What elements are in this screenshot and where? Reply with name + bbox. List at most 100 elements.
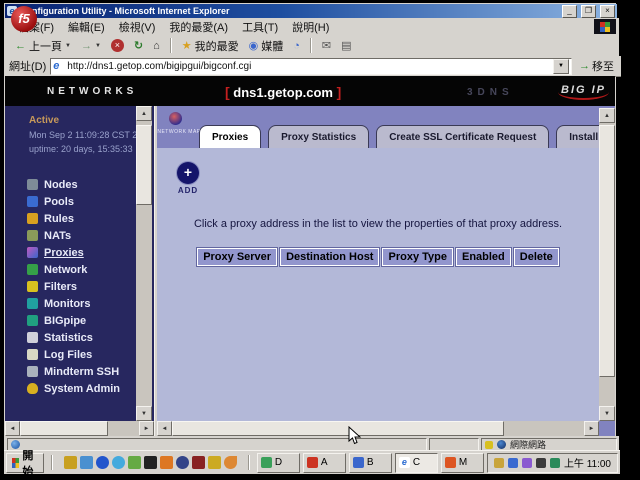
forward-dropdown-icon[interactable]: ▼ (95, 43, 101, 49)
scrollbar-track[interactable] (504, 421, 584, 436)
menu-favorites[interactable]: 我的最愛(A) (162, 19, 235, 35)
go-label: 移至 (592, 58, 614, 74)
media-button[interactable]: ◉ 媒體 (245, 37, 288, 55)
system-admin-icon (27, 383, 38, 394)
task-button-3[interactable]: B (349, 453, 392, 473)
column-header-proxy-server[interactable]: Proxy Server (197, 248, 277, 266)
windows-start-icon (12, 458, 19, 468)
tray-icon[interactable] (508, 458, 518, 468)
scroll-left-icon[interactable]: ◄ (157, 421, 172, 436)
scrollbar-thumb[interactable] (172, 421, 504, 436)
scroll-down-icon[interactable]: ▼ (599, 406, 615, 421)
main-horizontal-scrollbar[interactable]: ◄ ► (157, 421, 599, 436)
sidebar-item-statistics[interactable]: Statistics (5, 329, 137, 346)
tab-proxy-statistics[interactable]: Proxy Statistics (268, 125, 369, 148)
favorites-button[interactable]: ★ 我的最愛 (178, 37, 243, 55)
sidebar-item-nats[interactable]: NATs (5, 227, 137, 244)
stop-button[interactable]: × (107, 38, 128, 53)
quicklaunch-icon[interactable] (208, 456, 221, 469)
history-button[interactable]: ◔ (289, 39, 304, 53)
back-dropdown-icon[interactable]: ▼ (65, 43, 71, 49)
start-button[interactable]: 開始 (6, 453, 44, 473)
scroll-right-icon[interactable]: ► (584, 421, 599, 436)
quicklaunch-icon[interactable] (128, 456, 141, 469)
scroll-right-icon[interactable]: ► (139, 421, 154, 436)
maximize-button[interactable]: ❐ (581, 5, 596, 18)
window-titlebar[interactable]: e Configuration Utility - Microsoft Inte… (5, 4, 617, 18)
quicklaunch-icon[interactable] (176, 456, 189, 469)
forward-button[interactable]: → ▼ (77, 39, 105, 53)
statistics-icon (27, 332, 38, 343)
sidebar-item-rules[interactable]: Rules (5, 210, 137, 227)
proxies-content: + ADD Click a proxy address in the list … (157, 148, 599, 421)
tab-proxies[interactable]: Proxies (199, 125, 261, 148)
menu-view[interactable]: 檢視(V) (112, 19, 163, 35)
menu-help[interactable]: 說明(H) (285, 19, 336, 35)
tray-icon[interactable] (550, 458, 560, 468)
sidebar-item-monitors[interactable]: Monitors (5, 295, 137, 312)
quicklaunch-icon[interactable] (192, 456, 205, 469)
address-dropdown-icon[interactable]: ▼ (553, 59, 569, 74)
scrollbar-track[interactable] (599, 377, 615, 406)
sidebar-vertical-scrollbar[interactable]: ▲ ▼ (136, 106, 152, 421)
tray-icon[interactable] (494, 458, 504, 468)
scrollbar-track[interactable] (108, 421, 139, 436)
refresh-button[interactable]: ↻ (130, 38, 147, 53)
main-frame: NETWORK MAP Proxies Proxy Statistics Cre… (157, 106, 615, 436)
home-button[interactable]: ⌂ (149, 39, 164, 53)
column-header-delete[interactable]: Delete (514, 248, 559, 266)
back-button[interactable]: ← 上一頁 ▼ (11, 37, 75, 55)
scroll-down-icon[interactable]: ▼ (136, 406, 152, 421)
minimize-button[interactable]: _ (562, 5, 577, 18)
add-proxy-button[interactable]: + (177, 162, 199, 184)
scroll-up-icon[interactable]: ▲ (599, 108, 615, 123)
sidebar-item-filters[interactable]: Filters (5, 278, 137, 295)
address-input[interactable]: e http://dns1.getop.com/bigipgui/bigconf… (50, 58, 572, 75)
rules-icon (27, 213, 38, 224)
tray-icon[interactable] (522, 458, 532, 468)
print-button[interactable]: ▤ (337, 38, 355, 53)
menu-edit[interactable]: 編輯(E) (61, 19, 112, 35)
quicklaunch-icon[interactable] (80, 456, 93, 469)
sidebar-item-network[interactable]: Network (5, 261, 137, 278)
scrollbar-thumb[interactable] (599, 125, 615, 377)
go-button[interactable]: → 移至 (576, 58, 617, 74)
task-button-ie-active[interactable]: eC (395, 453, 438, 473)
column-header-enabled[interactable]: Enabled (456, 248, 511, 266)
scrollbar-track[interactable] (136, 205, 152, 406)
column-header-destination-host[interactable]: Destination Host (280, 248, 379, 266)
scroll-left-icon[interactable]: ◄ (5, 421, 20, 436)
task-button-1[interactable]: D (257, 453, 300, 473)
tab-create-ssl-certificate-request[interactable]: Create SSL Certificate Request (376, 125, 549, 148)
quicklaunch-icon[interactable] (96, 456, 109, 469)
task-button-2[interactable]: A (303, 453, 346, 473)
network-map-icon[interactable] (169, 112, 182, 125)
sidebar-item-log-files[interactable]: Log Files (5, 346, 137, 363)
mail-button[interactable]: ✉ (318, 38, 335, 53)
scrollbar-thumb[interactable] (20, 421, 108, 436)
scroll-up-icon[interactable]: ▲ (136, 106, 152, 121)
app-icon (353, 457, 364, 468)
task-button-5[interactable]: M (441, 453, 484, 473)
sidebar-item-pools[interactable]: Pools (5, 193, 137, 210)
sidebar-horizontal-scrollbar[interactable]: ◄ ► (5, 421, 154, 436)
sidebar-item-bigpipe[interactable]: BIGpipe (5, 312, 137, 329)
quicklaunch-icon[interactable] (144, 456, 157, 469)
quicklaunch-icon[interactable] (224, 456, 237, 469)
sidebar-item-proxies[interactable]: Proxies (5, 244, 137, 261)
quicklaunch-icon[interactable] (160, 456, 173, 469)
mindterm-ssh-icon (27, 366, 38, 377)
column-header-proxy-type[interactable]: Proxy Type (382, 248, 453, 266)
sidebar-item-nodes[interactable]: Nodes (5, 176, 137, 193)
address-url[interactable]: http://dns1.getop.com/bigipgui/bigconf.c… (67, 61, 550, 72)
close-button[interactable]: × (600, 5, 615, 18)
tray-icon[interactable] (536, 458, 546, 468)
menu-tools[interactable]: 工具(T) (235, 19, 285, 35)
main-vertical-scrollbar[interactable]: ▲ ▼ (599, 108, 615, 421)
quicklaunch-icon[interactable] (64, 456, 77, 469)
scrollbar-thumb[interactable] (136, 125, 152, 205)
sidebar-item-system-admin[interactable]: System Admin (5, 380, 137, 397)
network-map-label[interactable]: NETWORK MAP (157, 129, 201, 135)
quicklaunch-icon[interactable] (112, 456, 125, 469)
sidebar-item-mindterm-ssh[interactable]: Mindterm SSH (5, 363, 137, 380)
